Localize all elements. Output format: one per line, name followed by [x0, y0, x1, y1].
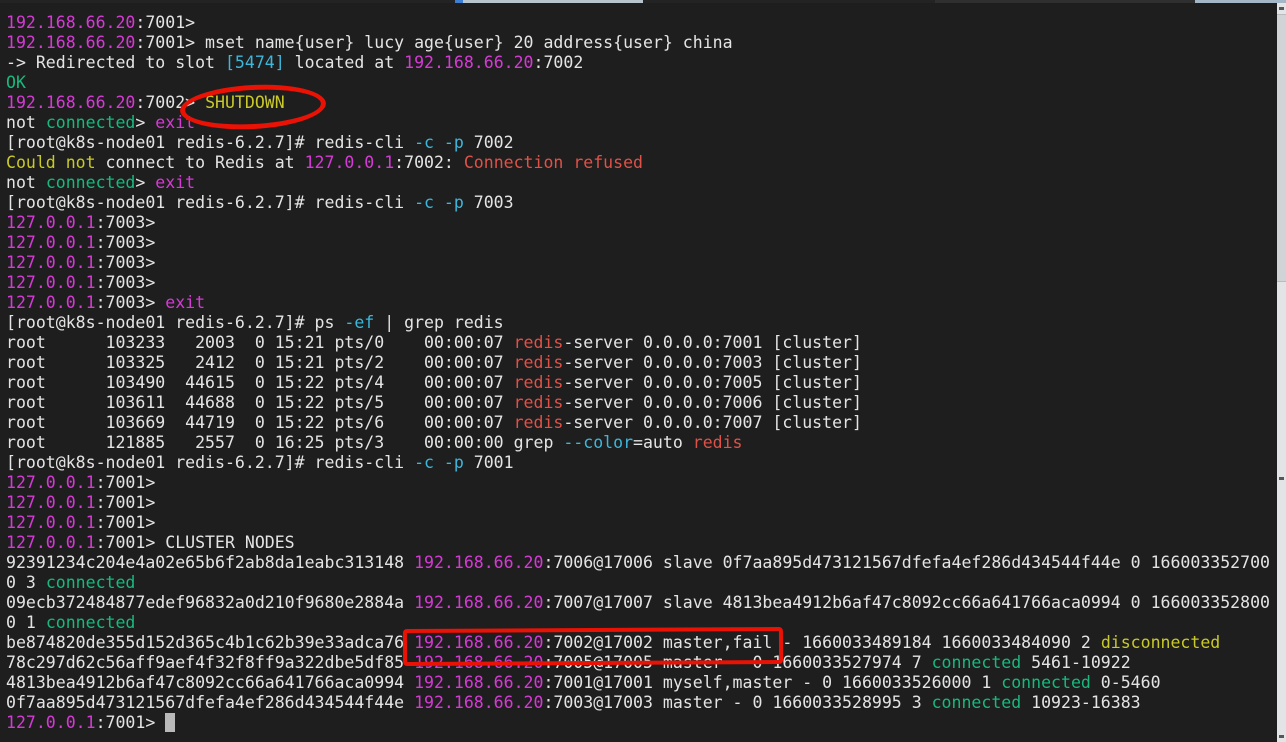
terminal-cursor	[165, 712, 176, 732]
terminal-line: 192.168.66.20:7001>	[6, 13, 196, 32]
terminal[interactable]: 192.168.66.20:7001> 192.168.66.20:7001> m…	[0, 0, 1277, 742]
background-window-fragment	[455, 0, 463, 3]
scrollbar-mark-bottom	[1279, 735, 1284, 738]
terminal-line: Could not connect to Redis at 127.0.0.1:…	[6, 153, 643, 172]
terminal-line: 0 3 connected	[6, 573, 136, 592]
terminal-line: root 103490 44615 0 15:22 pts/4 00:00:07…	[6, 373, 862, 392]
terminal-line: OK	[6, 73, 26, 92]
terminal-line: 127.0.0.1:7003>	[6, 253, 156, 272]
terminal-line: 78c297d62c56aff9aef4f32f8ff9a322dbe5df85…	[6, 653, 1131, 672]
terminal-line: 127.0.0.1:7001>	[6, 473, 156, 492]
terminal-line: [root@k8s-node01 redis-6.2.7]# redis-cli…	[6, 193, 514, 212]
scrollbar-thumb[interactable]	[1277, 14, 1286, 282]
terminal-line: [root@k8s-node01 redis-6.2.7]# redis-cli…	[6, 453, 514, 472]
terminal-prompt-line[interactable]: 127.0.0.1:7001>	[6, 712, 1277, 733]
terminal-line: 127.0.0.1:7003>	[6, 273, 156, 292]
terminal-line: 09ecb372484877edef96832a0d210f9680e2884a…	[6, 593, 1270, 612]
terminal-line: 127.0.0.1:7001>	[6, 493, 156, 512]
terminal-line: 192.168.66.20:7002> SHUTDOWN	[6, 93, 285, 112]
terminal-line: not connected> exit	[6, 173, 196, 192]
terminal-line: be874820de355d152d365c4b1c62b39e33adca76…	[6, 633, 1221, 652]
terminal-line: 4813bea4912b6af47c8092cc66a641766aca0994…	[6, 673, 1161, 692]
terminal-line: root 103233 2003 0 15:21 pts/0 00:00:07 …	[6, 333, 862, 352]
terminal-line: 192.168.66.20:7001> mset name{user} lucy…	[6, 33, 733, 52]
background-window-fragment	[935, 0, 1195, 3]
terminal-line: 127.0.0.1:7003> exit	[6, 293, 206, 312]
terminal-line: 127.0.0.1:7003>	[6, 233, 156, 252]
background-window-fragment	[463, 0, 643, 3]
terminal-line: -> Redirected to slot [5474] located at …	[6, 53, 584, 72]
terminal-line: 127.0.0.1:7003>	[6, 213, 156, 232]
background-window-fragment	[1195, 0, 1286, 3]
terminal-line: root 103325 2412 0 15:21 pts/2 00:00:07 …	[6, 353, 862, 372]
scrollbar-mark-middle	[1279, 477, 1284, 480]
terminal-line: root 103611 44688 0 15:22 pts/5 00:00:07…	[6, 393, 862, 412]
background-window-edge	[0, 0, 1286, 3]
terminal-line: 127.0.0.1:7001> CLUSTER NODES	[6, 533, 295, 552]
terminal-line: 92391234c204e4a02e65b6f2ab8da1eabc313148…	[6, 553, 1270, 572]
terminal-line: 127.0.0.1:7001>	[6, 513, 156, 532]
scrollbar-mark-top	[1279, 7, 1284, 10]
terminal-line: not connected> exit	[6, 113, 196, 132]
terminal-line: 0 1 connected	[6, 613, 136, 632]
terminal-line: root 103669 44719 0 15:22 pts/6 00:00:07…	[6, 413, 862, 432]
terminal-line: root 121885 2557 0 16:25 pts/3 00:00:00 …	[6, 433, 743, 452]
scrollbar[interactable]	[1277, 0, 1286, 742]
terminal-line: [root@k8s-node01 redis-6.2.7]# redis-cli…	[6, 133, 514, 152]
terminal-line: [root@k8s-node01 redis-6.2.7]# ps -ef | …	[6, 313, 504, 332]
terminal-line: 0f7aa895d473121567dfefa4ef286d434544f44e…	[6, 693, 1141, 712]
